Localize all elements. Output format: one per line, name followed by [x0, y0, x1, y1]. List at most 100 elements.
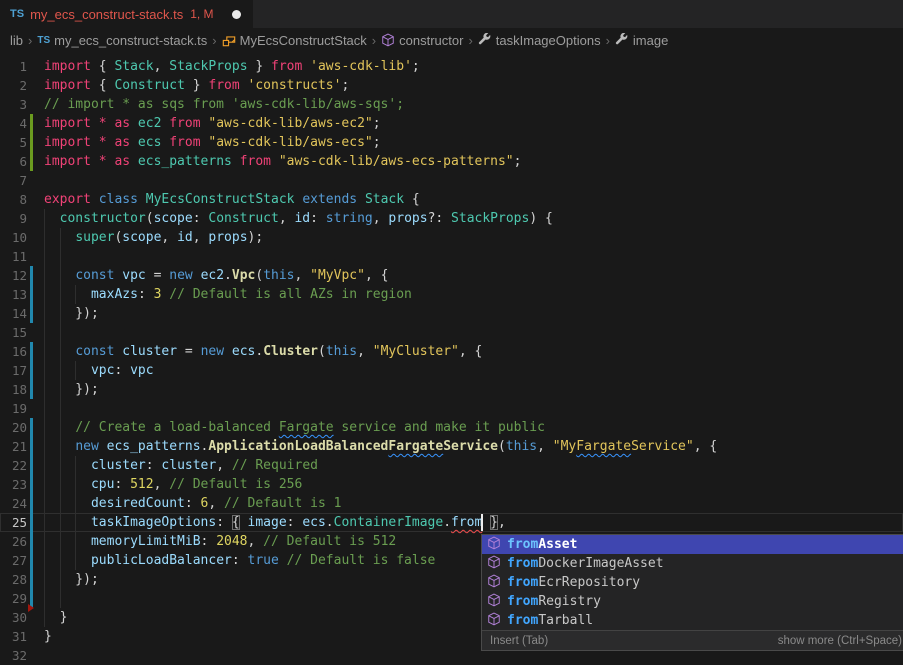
code-line[interactable]: 24 desiredCount: 6, // Default is 1 — [0, 494, 903, 513]
suggest-item-fromdockerimageasset[interactable]: fromDockerImageAsset — [482, 554, 903, 573]
code-line[interactable]: 13 maxAzs: 3 // Default is all AZs in re… — [0, 285, 903, 304]
code-line[interactable]: 21 new ecs_patterns.ApplicationLoadBalan… — [0, 437, 903, 456]
line-number[interactable]: 15 — [0, 323, 27, 342]
line-number[interactable]: 5 — [0, 133, 27, 152]
git-deleted-lines-marker-icon[interactable] — [28, 604, 34, 612]
tab-my-ecs-construct-stack[interactable]: TS my_ecs_construct-stack.ts 1, M — [0, 0, 253, 28]
git-gutter-modified-indicator[interactable] — [30, 361, 33, 380]
code-token: new — [169, 268, 200, 283]
code-line[interactable]: 5import * as ecs from "aws-cdk-lib/aws-e… — [0, 133, 903, 152]
code-line[interactable]: 12 const vpc = new ec2.Vpc(this, "MyVpc"… — [0, 266, 903, 285]
line-number[interactable]: 27 — [0, 551, 27, 570]
line-number[interactable]: 25 — [0, 513, 27, 532]
line-number[interactable]: 6 — [0, 152, 27, 171]
code-line[interactable]: 15 — [0, 323, 903, 342]
line-number[interactable]: 10 — [0, 228, 27, 247]
line-number[interactable]: 26 — [0, 532, 27, 551]
breadcrumb-item-constructor[interactable]: constructor — [381, 33, 463, 48]
line-number[interactable]: 17 — [0, 361, 27, 380]
line-number[interactable]: 13 — [0, 285, 27, 304]
git-gutter-modified-indicator[interactable] — [30, 437, 33, 456]
line-number[interactable]: 24 — [0, 494, 27, 513]
breadcrumb-item-lib[interactable]: lib — [10, 33, 23, 48]
code-line[interactable]: 23 cpu: 512, // Default is 256 — [0, 475, 903, 494]
line-number[interactable]: 28 — [0, 570, 27, 589]
git-gutter — [30, 190, 33, 209]
code-line[interactable]: 6import * as ecs_patterns from "aws-cdk-… — [0, 152, 903, 171]
code-line[interactable]: 18 }); — [0, 380, 903, 399]
code-line[interactable]: 4import * as ec2 from "aws-cdk-lib/aws-e… — [0, 114, 903, 133]
line-number[interactable]: 29 — [0, 589, 27, 608]
code-token: scope — [154, 211, 193, 226]
breadcrumb-item-myecsconstructstack[interactable]: MyEcsConstructStack — [222, 33, 367, 48]
breadcrumb-item-my-ecs-construct-stack-ts[interactable]: TSmy_ecs_construct-stack.ts — [37, 33, 207, 48]
git-gutter-added-indicator[interactable] — [30, 152, 33, 171]
git-gutter-modified-indicator[interactable] — [30, 513, 33, 532]
line-number[interactable]: 32 — [0, 646, 27, 665]
line-number[interactable]: 12 — [0, 266, 27, 285]
line-number[interactable]: 18 — [0, 380, 27, 399]
suggest-show-more-hint[interactable]: show more (Ctrl+Space) — [778, 635, 902, 647]
git-gutter-deleted-indicator[interactable] — [30, 608, 33, 627]
line-number[interactable]: 7 — [0, 171, 27, 190]
code-token: ) { — [529, 211, 552, 226]
indent-guide — [44, 361, 45, 380]
line-number[interactable]: 22 — [0, 456, 27, 475]
git-gutter-added-indicator[interactable] — [30, 133, 33, 152]
code-line[interactable]: 2import { Construct } from 'constructs'; — [0, 76, 903, 95]
suggest-item-fromregistry[interactable]: fromRegistry — [482, 592, 903, 611]
git-gutter-modified-indicator[interactable] — [30, 494, 33, 513]
line-number[interactable]: 3 — [0, 95, 27, 114]
code-line[interactable]: 20 // Create a load-balanced Fargate ser… — [0, 418, 903, 437]
line-number[interactable]: 8 — [0, 190, 27, 209]
suggest-item-fromecrrepository[interactable]: fromEcrRepository — [482, 573, 903, 592]
line-number[interactable]: 20 — [0, 418, 27, 437]
line-number[interactable]: 30 — [0, 608, 27, 627]
unsaved-changes-dot[interactable] — [232, 10, 241, 19]
code-token: maxAzs — [91, 287, 138, 302]
git-gutter-modified-indicator[interactable] — [30, 304, 33, 323]
git-gutter-modified-indicator[interactable] — [30, 532, 33, 551]
git-gutter-modified-indicator[interactable] — [30, 380, 33, 399]
code-line[interactable]: 8export class MyEcsConstructStack extend… — [0, 190, 903, 209]
git-gutter-added-indicator[interactable] — [30, 114, 33, 133]
code-line[interactable]: 19 — [0, 399, 903, 418]
line-number[interactable]: 4 — [0, 114, 27, 133]
line-number[interactable]: 16 — [0, 342, 27, 361]
line-number[interactable]: 19 — [0, 399, 27, 418]
code-line[interactable]: 14 }); — [0, 304, 903, 323]
git-gutter-modified-indicator[interactable] — [30, 418, 33, 437]
git-gutter-modified-indicator[interactable] — [30, 475, 33, 494]
code-line[interactable]: 22 cluster: cluster, // Required — [0, 456, 903, 475]
breadcrumb-item-taskimageoptions[interactable]: taskImageOptions — [478, 33, 601, 48]
code-line[interactable]: 9 constructor(scope: Construct, id: stri… — [0, 209, 903, 228]
code-line[interactable]: 17 vpc: vpc — [0, 361, 903, 380]
line-number[interactable]: 11 — [0, 247, 27, 266]
suggest-item-fromtarball[interactable]: fromTarball — [482, 611, 903, 630]
suggest-item-fromasset[interactable]: fromAsset — [482, 535, 903, 554]
code-line[interactable]: 3// import * as sqs from 'aws-cdk-lib/aw… — [0, 95, 903, 114]
line-number[interactable]: 2 — [0, 76, 27, 95]
git-gutter-modified-indicator[interactable] — [30, 266, 33, 285]
breadcrumb-item-image[interactable]: image — [615, 33, 668, 48]
code-line[interactable]: 1import { Stack, StackProps } from 'aws-… — [0, 57, 903, 76]
line-number[interactable]: 31 — [0, 627, 27, 646]
code-line[interactable]: 11 — [0, 247, 903, 266]
code-line[interactable]: 7 — [0, 171, 903, 190]
git-gutter-modified-indicator[interactable] — [30, 456, 33, 475]
line-number[interactable]: 1 — [0, 57, 27, 76]
line-number[interactable]: 21 — [0, 437, 27, 456]
code-line[interactable]: 16 const cluster = new ecs.Cluster(this,… — [0, 342, 903, 361]
line-number[interactable]: 9 — [0, 209, 27, 228]
line-number[interactable]: 14 — [0, 304, 27, 323]
code-line-current[interactable]: 25 taskImageOptions: { image: ecs.Contai… — [0, 513, 903, 532]
git-gutter-modified-indicator[interactable] — [30, 285, 33, 304]
code-token: ( — [318, 344, 326, 359]
code-token: scope — [122, 230, 161, 245]
indent-guide — [44, 456, 45, 475]
line-number[interactable]: 23 — [0, 475, 27, 494]
git-gutter-modified-indicator[interactable] — [30, 551, 33, 570]
git-gutter-modified-indicator[interactable] — [30, 342, 33, 361]
git-gutter-modified-indicator[interactable] — [30, 570, 33, 589]
code-line[interactable]: 10 super(scope, id, props); — [0, 228, 903, 247]
